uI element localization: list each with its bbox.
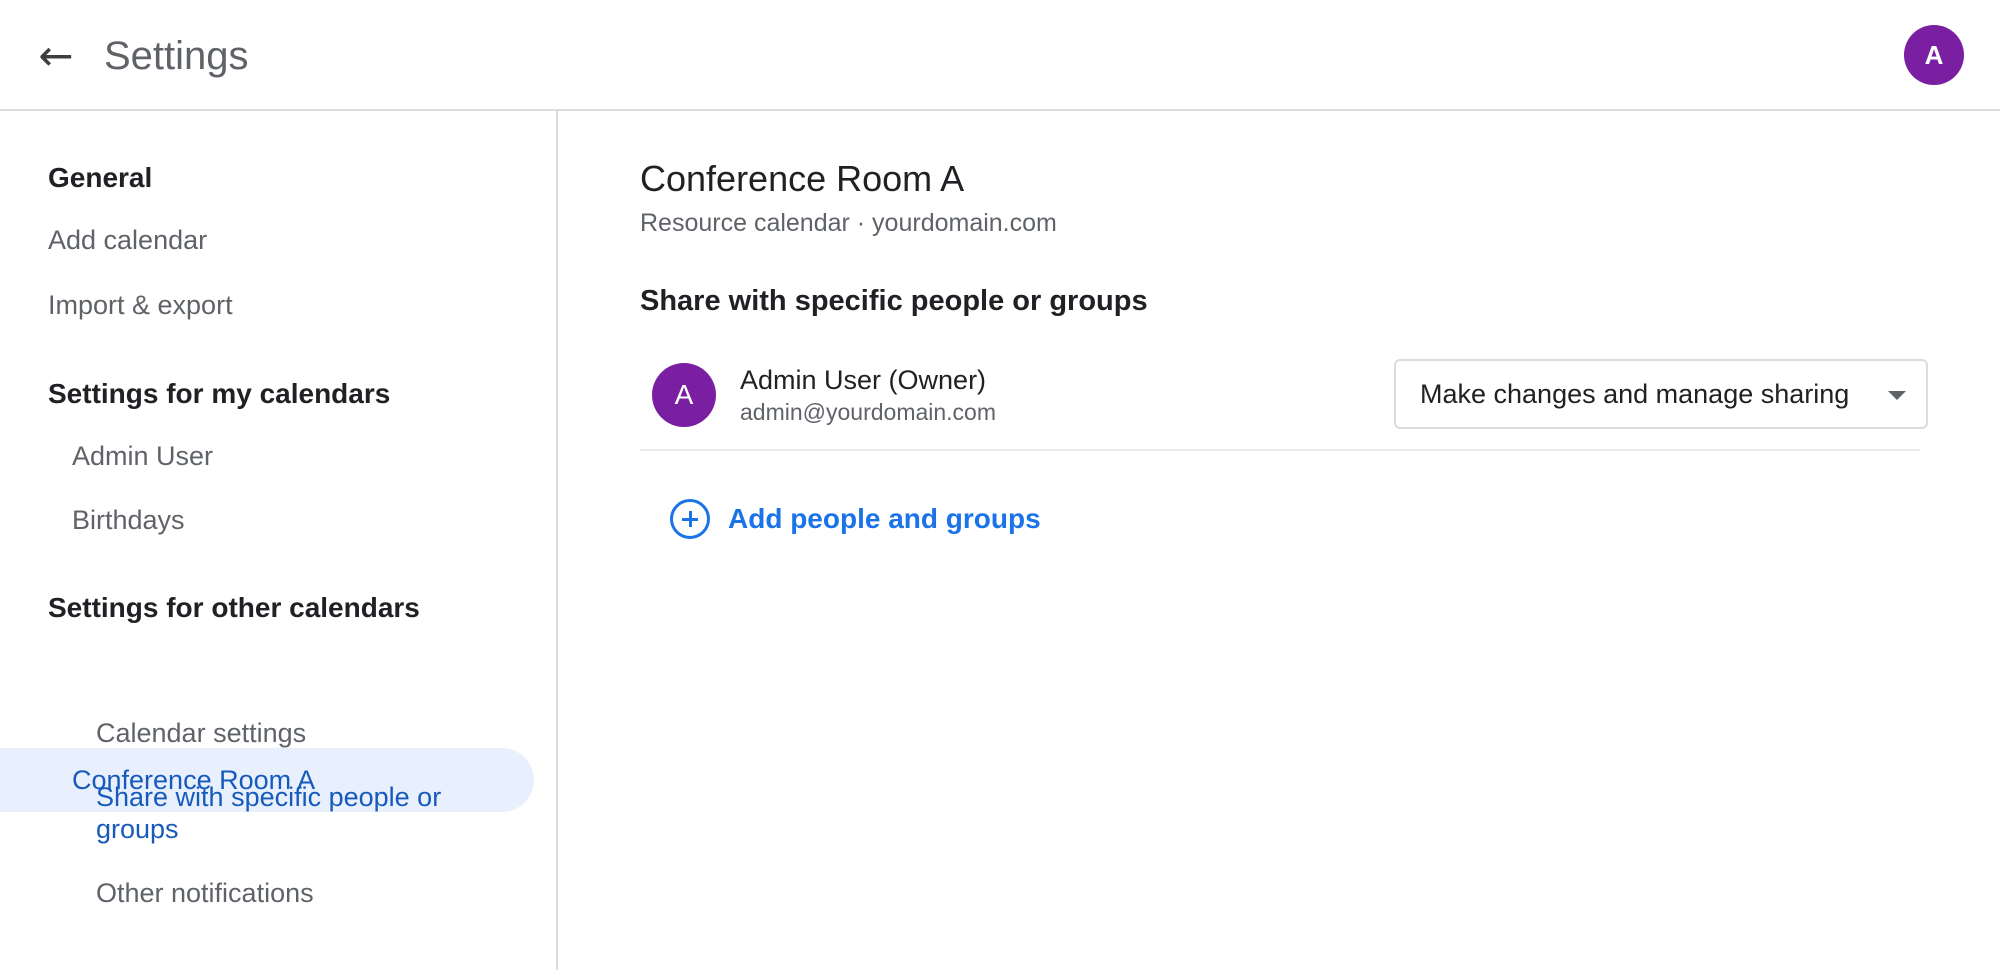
sidebar-item-admin-user[interactable]: Admin User [72, 439, 213, 473]
sidebar-heading-other-calendars: Settings for other calendars [48, 592, 420, 623]
sidebar-item-calendar-settings[interactable]: Calendar settings [96, 716, 306, 750]
person-email: admin@yourdomain.com [740, 399, 997, 425]
account-avatar[interactable]: A [1904, 25, 1964, 85]
calendar-subtitle: Resource calendar · yourdomain.com [640, 209, 1057, 237]
calendar-title: Conference Room A [640, 158, 965, 199]
add-people-label: Add people and groups [728, 503, 1041, 534]
permission-select[interactable]: Make changes and manage sharing [1394, 359, 1928, 429]
top-app-bar: ← Settings A [0, 0, 2000, 111]
sidebar-heading-general[interactable]: General [48, 161, 152, 195]
sidebar-item-other-notifications[interactable]: Other notifications [96, 876, 314, 910]
person-avatar: A [652, 363, 716, 427]
person-name: Admin User (Owner) [740, 365, 987, 395]
page-title: Settings [104, 34, 249, 78]
back-arrow-icon[interactable]: ← [30, 30, 82, 82]
sidebar-item-import-export[interactable]: Import & export [48, 288, 233, 322]
main-content: Conference Room A Resource calendar · yo… [560, 111, 2000, 970]
section-title: Share with specific people or groups [640, 285, 1148, 317]
shared-person-row: A Admin User (Owner) admin@yourdomain.co… [640, 347, 1928, 451]
settings-sidebar: General Add calendar Import & export Set… [0, 111, 558, 970]
dropdown-caret-icon [1888, 391, 1906, 400]
sidebar-item-share-specific[interactable]: Share with specific people or groups [96, 781, 496, 845]
sidebar-heading-my-calendars: Settings for my calendars [48, 378, 391, 409]
sidebar-item-add-calendar[interactable]: Add calendar [48, 223, 207, 257]
add-circle-icon [670, 499, 710, 539]
permission-value: Make changes and manage sharing [1420, 378, 1850, 409]
sidebar-item-birthdays[interactable]: Birthdays [72, 503, 185, 537]
add-people-button[interactable]: Add people and groups [670, 497, 1041, 541]
